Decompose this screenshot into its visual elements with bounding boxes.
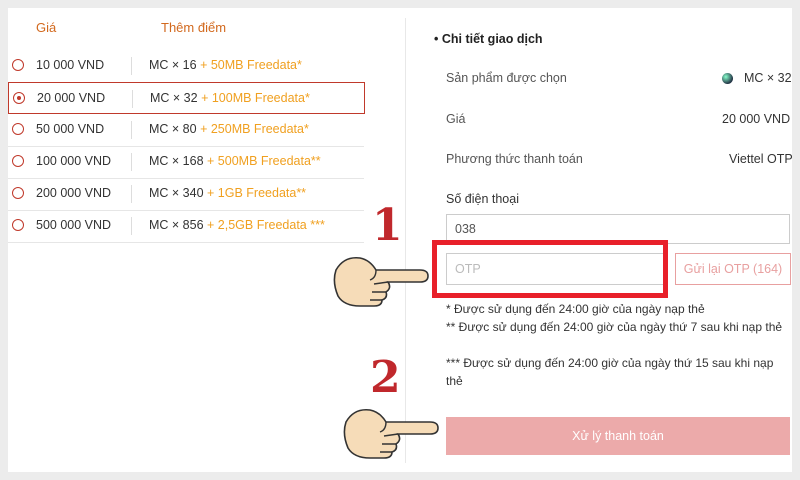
- package-row[interactable]: 50 000 VND MC × 80 + 250MB Freedata*: [8, 114, 364, 147]
- package-price: 10 000 VND: [36, 58, 105, 72]
- cell-divider: [131, 153, 132, 171]
- package-row[interactable]: 200 000 VND MC × 340 + 1GB Freedata**: [8, 178, 364, 211]
- radio-button[interactable]: [12, 123, 24, 135]
- freedata-bonus: + 50MB Freedata*: [200, 58, 302, 72]
- package-mc: MC × 80 + 250MB Freedata*: [149, 122, 309, 136]
- pointing-hand-icon: [333, 256, 429, 307]
- note-1: * Được sử dụng đến 24:00 giờ của ngày nạ…: [446, 302, 705, 316]
- package-price: 20 000 VND: [37, 91, 106, 105]
- mc-amount: MC × 32: [150, 91, 198, 105]
- method-label: Phương thức thanh toán: [446, 152, 583, 166]
- note-2: ** Được sử dụng đến 24:00 giờ của ngày t…: [446, 320, 783, 334]
- freedata-bonus: + 250MB Freedata*: [200, 122, 309, 136]
- package-price: 100 000 VND: [36, 154, 112, 168]
- mc-amount: MC × 16: [149, 58, 197, 72]
- radio-button[interactable]: [12, 155, 24, 167]
- product-label: Sản phẩm được chọn: [446, 71, 567, 85]
- package-price: 500 000 VND: [36, 218, 112, 232]
- radio-button[interactable]: [12, 219, 24, 231]
- package-mc: MC × 16 + 50MB Freedata*: [149, 58, 302, 72]
- package-mc: MC × 32 + 100MB Freedata*: [150, 91, 310, 105]
- freedata-bonus: + 500MB Freedata**: [207, 154, 321, 168]
- phone-label: Số điện thoại: [446, 192, 519, 206]
- phone-value: 038: [455, 222, 476, 236]
- otp-highlight-box: [432, 240, 668, 298]
- mc-amount: MC × 856: [149, 218, 204, 232]
- freedata-bonus: + 1GB Freedata**: [207, 186, 307, 200]
- package-row[interactable]: 100 000 VND MC × 168 + 500MB Freedata**: [8, 146, 364, 179]
- step-2-label: 2: [370, 352, 401, 403]
- product-value: MC × 32: [744, 71, 792, 85]
- cell-divider: [131, 217, 132, 235]
- package-mc: MC × 168 + 500MB Freedata**: [149, 154, 321, 168]
- package-price: 200 000 VND: [36, 186, 112, 200]
- resend-otp-button[interactable]: Gửi lại OTP (164): [675, 253, 791, 285]
- radio-button[interactable]: [13, 92, 25, 104]
- divider: [405, 18, 406, 463]
- mc-amount: MC × 80: [149, 122, 197, 136]
- pointing-hand-icon: [343, 408, 439, 459]
- package-mc: MC × 856 + 2,5GB Freedata ***: [149, 218, 325, 232]
- mc-amount: MC × 340: [149, 186, 204, 200]
- step-1-label: 1: [372, 200, 403, 251]
- price-value: 20 000 VND: [722, 112, 791, 126]
- col-price-header: Giá: [36, 20, 57, 35]
- package-row[interactable]: 20 000 VND MC × 32 + 100MB Freedata*: [8, 82, 365, 114]
- cell-divider: [132, 90, 133, 108]
- package-mc: MC × 340 + 1GB Freedata**: [149, 186, 306, 200]
- mc-amount: MC × 168: [149, 154, 204, 168]
- cell-divider: [131, 57, 132, 75]
- radio-button[interactable]: [12, 59, 24, 71]
- price-label: Giá: [446, 112, 466, 126]
- col-bonus-header: Thêm điểm: [161, 20, 227, 35]
- freedata-bonus: + 100MB Freedata*: [201, 91, 310, 105]
- package-price: 50 000 VND: [36, 122, 105, 136]
- note-3: *** Được sử dụng đến 24:00 giờ của ngày …: [446, 356, 774, 388]
- package-row[interactable]: 500 000 VND MC × 856 + 2,5GB Freedata ***: [8, 210, 364, 243]
- pay-button[interactable]: Xử lý thanh toán: [446, 417, 790, 455]
- cell-divider: [131, 121, 132, 139]
- freedata-bonus: + 2,5GB Freedata ***: [207, 218, 325, 232]
- coin-icon: [722, 73, 733, 84]
- details-heading: • Chi tiết giao dịch: [434, 32, 543, 46]
- cell-divider: [131, 185, 132, 203]
- package-row[interactable]: 10 000 VND MC × 16 + 50MB Freedata*: [8, 50, 364, 83]
- method-value: Viettel OTP: [729, 152, 793, 166]
- radio-button[interactable]: [12, 187, 24, 199]
